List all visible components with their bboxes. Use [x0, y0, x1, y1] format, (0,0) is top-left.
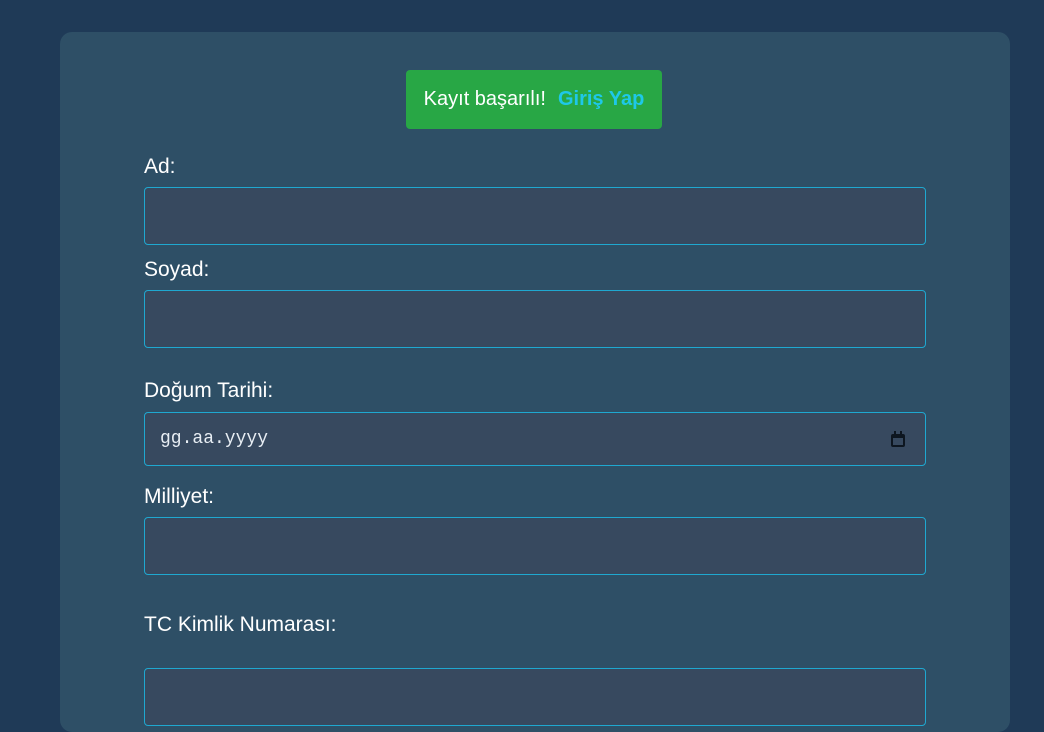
success-message: Kayıt başarılı! [423, 88, 546, 110]
success-alert: Kayıt başarılı! Giriş Yap [406, 70, 662, 129]
tc-number-label: TC Kimlik Numarası: [144, 613, 337, 636]
calendar-icon[interactable] [890, 431, 906, 447]
first-name-label: Ad: [144, 155, 176, 178]
birth-date-label: Doğum Tarihi: [144, 379, 274, 402]
first-name-input[interactable] [144, 187, 926, 245]
birth-date-input[interactable]: gg.aa.yyyy [144, 412, 926, 466]
tc-number-input[interactable] [144, 668, 926, 726]
last-name-label: Soyad: [144, 258, 210, 281]
birth-date-placeholder: gg.aa.yyyy [160, 429, 269, 449]
nationality-input[interactable] [144, 517, 926, 575]
registration-card: Kayıt başarılı! Giriş Yap Ad: Soyad: Doğ… [60, 32, 1010, 732]
nationality-label: Milliyet: [144, 485, 215, 508]
last-name-input[interactable] [144, 290, 926, 348]
login-link[interactable]: Giriş Yap [558, 88, 644, 111]
